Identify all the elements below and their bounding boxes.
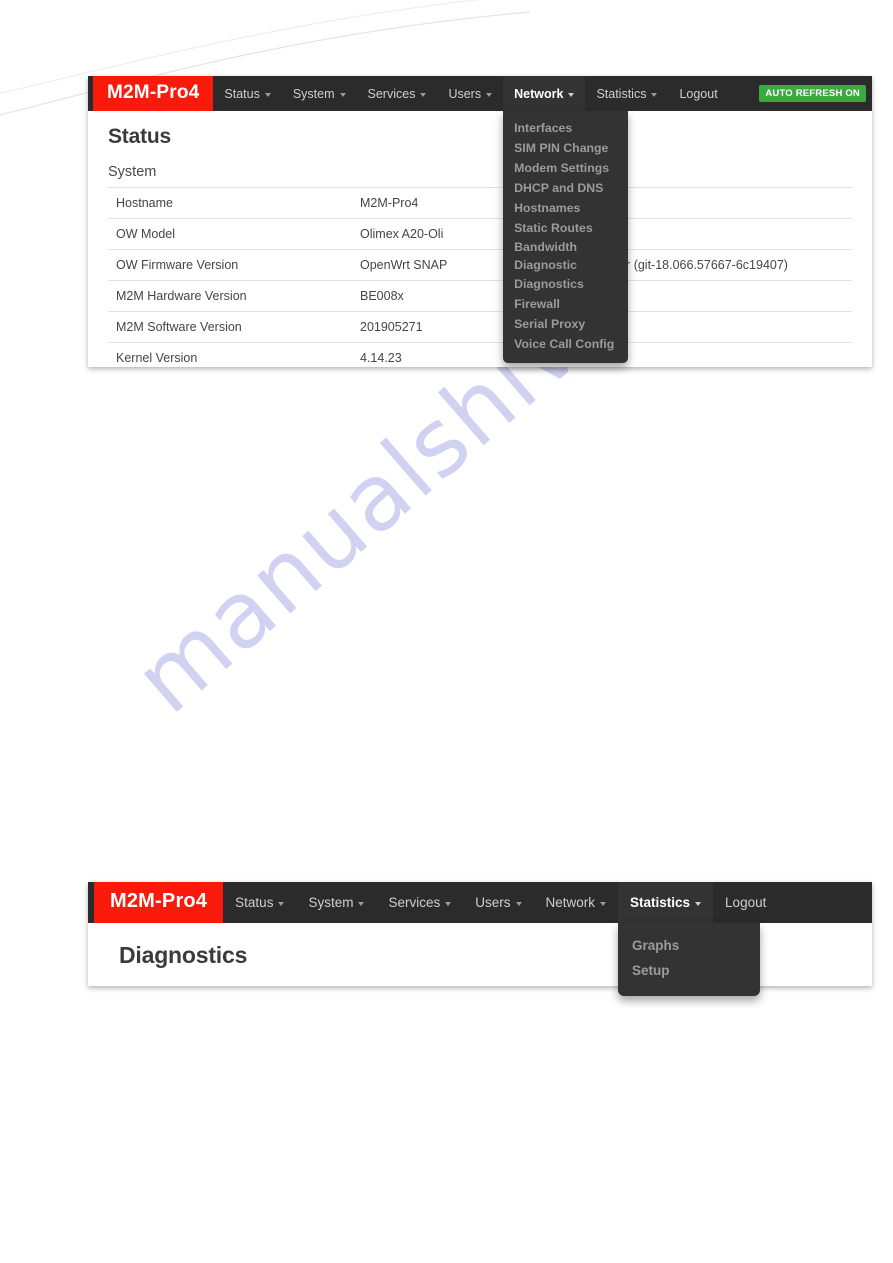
dropdown-item-dhcp-and-dns[interactable]: DHCP and DNS <box>503 178 628 198</box>
table-row: M2M Software Version 201905271 <box>108 311 852 343</box>
table-cell-key: M2M Hardware Version <box>108 280 360 312</box>
brand-logo[interactable]: M2M-Pro4 <box>94 882 224 923</box>
nav-item-status[interactable]: Status <box>213 76 281 111</box>
nav-item-label: Network <box>514 86 564 101</box>
chevron-down-icon <box>264 92 271 97</box>
statistics-dropdown-menu: Graphs Setup <box>618 923 761 996</box>
chevron-down-icon <box>695 901 702 906</box>
dropdown-item-sim-pin-change[interactable]: SIM PIN Change <box>503 138 628 158</box>
nav-item-label: Status <box>235 895 274 910</box>
nav-item-services[interactable]: Services <box>357 76 438 111</box>
nav-item-system[interactable]: System <box>282 76 357 111</box>
nav-item-label: Statistics <box>596 86 647 101</box>
auto-refresh-badge[interactable]: AUTO REFRESH ON <box>759 85 866 102</box>
dropdown-item-static-routes[interactable]: Static Routes <box>503 218 628 238</box>
table-cell-key: Hostname <box>108 187 360 219</box>
system-status-table: Hostname M2M-Pro4 OW Model Olimex A20-Ol… <box>108 187 852 373</box>
nav-item-label: System <box>308 895 354 910</box>
status-content: Status System Hostname M2M-Pro4 OW Model… <box>88 111 872 373</box>
chevron-down-icon <box>420 92 427 97</box>
nav-item-label: Services <box>388 895 441 910</box>
dropdown-item-diagnostics[interactable]: Diagnostics <box>503 274 628 294</box>
nav-item-label: Logout <box>679 86 718 101</box>
page-title: Status <box>108 125 171 148</box>
table-cell-key: Kernel Version <box>108 342 360 373</box>
dropdown-item-serial-proxy[interactable]: Serial Proxy <box>503 314 628 334</box>
dropdown-item-firewall[interactable]: Firewall <box>503 294 628 314</box>
nav-item-logout[interactable]: Logout <box>668 76 728 111</box>
nav-item-network[interactable]: Network Interfaces SIM PIN Change Modem … <box>503 76 629 363</box>
navbar-primary: M2M-Pro4 Status System Services Users Ne… <box>88 76 872 363</box>
table-row: Kernel Version 4.14.23 <box>108 342 852 373</box>
nav-items: Status System Services Users Network <box>223 882 778 996</box>
nav-item-label: Status <box>224 86 260 101</box>
chevron-down-icon <box>568 92 575 97</box>
nav-item-services[interactable]: Services <box>376 882 463 923</box>
nav-item-label: Statistics <box>630 895 691 910</box>
navbar-right: AUTO REFRESH ON <box>759 76 872 111</box>
nav-item-status[interactable]: Status <box>223 882 296 923</box>
status-page-panel: M2M-Pro4 Status System Services Users Ne… <box>88 76 872 373</box>
nav-items: Status System Services Users Network <box>213 76 728 363</box>
nav-item-label: Logout <box>725 895 767 910</box>
dropdown-item-setup[interactable]: Setup <box>618 958 760 983</box>
nav-item-statistics[interactable]: Statistics <box>585 76 668 111</box>
chevron-down-icon <box>358 901 365 906</box>
dropdown-item-interfaces[interactable]: Interfaces <box>503 118 628 138</box>
nav-item-system[interactable]: System <box>296 882 376 923</box>
nav-item-label: Services <box>367 86 416 101</box>
dropdown-item-voice-call-config[interactable]: Voice Call Config <box>503 334 628 354</box>
nav-item-statistics[interactable]: Statistics Graphs Setup <box>618 882 761 996</box>
chevron-down-icon <box>486 92 493 97</box>
chevron-down-icon <box>515 901 522 906</box>
diagnostics-page-panel: M2M-Pro4 Status System Services Users Ne… <box>88 882 872 996</box>
nav-item-users[interactable]: Users <box>463 882 533 923</box>
table-row: Hostname M2M-Pro4 <box>108 187 852 219</box>
table-row: OW Model Olimex A20-Oli <box>108 218 852 250</box>
dropdown-item-modem-settings[interactable]: Modem Settings <box>503 158 628 178</box>
table-cell-key: OW Firmware Version <box>108 249 360 281</box>
chevron-down-icon <box>651 92 658 97</box>
nav-item-label: Users <box>448 86 482 101</box>
network-dropdown-menu: Interfaces SIM PIN Change Modem Settings… <box>503 111 629 363</box>
brand-logo[interactable]: M2M-Pro4 <box>93 76 214 111</box>
nav-item-label: System <box>292 86 335 101</box>
navbar-secondary: M2M-Pro4 Status System Services Users Ne… <box>88 882 872 996</box>
nav-item-label: Users <box>475 895 511 910</box>
chevron-down-icon <box>339 92 346 97</box>
table-cell-key: OW Model <box>108 218 360 250</box>
nav-item-label: Network <box>545 895 596 910</box>
table-cell-key: M2M Software Version <box>108 311 360 343</box>
chevron-down-icon <box>600 901 607 906</box>
table-row: M2M Hardware Version BE008x <box>108 280 852 312</box>
table-row: OW Firmware Version OpenWrt SNAP CI Mast… <box>108 249 852 281</box>
dropdown-item-graphs[interactable]: Graphs <box>618 933 760 958</box>
chevron-down-icon <box>445 901 452 906</box>
dropdown-item-bandwidth-diagnostic[interactable]: Bandwidth Diagnostic <box>503 238 611 274</box>
page-root: manualshive.com M2M-Pro4 Status System S… <box>0 0 893 1263</box>
nav-item-logout[interactable]: Logout <box>713 882 778 923</box>
firmware-version-part1: OpenWrt SNAP <box>360 258 448 272</box>
chevron-down-icon <box>278 901 285 906</box>
nav-item-users[interactable]: Users <box>437 76 503 111</box>
section-title-system: System <box>108 164 157 180</box>
dropdown-item-hostnames[interactable]: Hostnames <box>503 198 628 218</box>
nav-item-network[interactable]: Network <box>534 882 619 923</box>
